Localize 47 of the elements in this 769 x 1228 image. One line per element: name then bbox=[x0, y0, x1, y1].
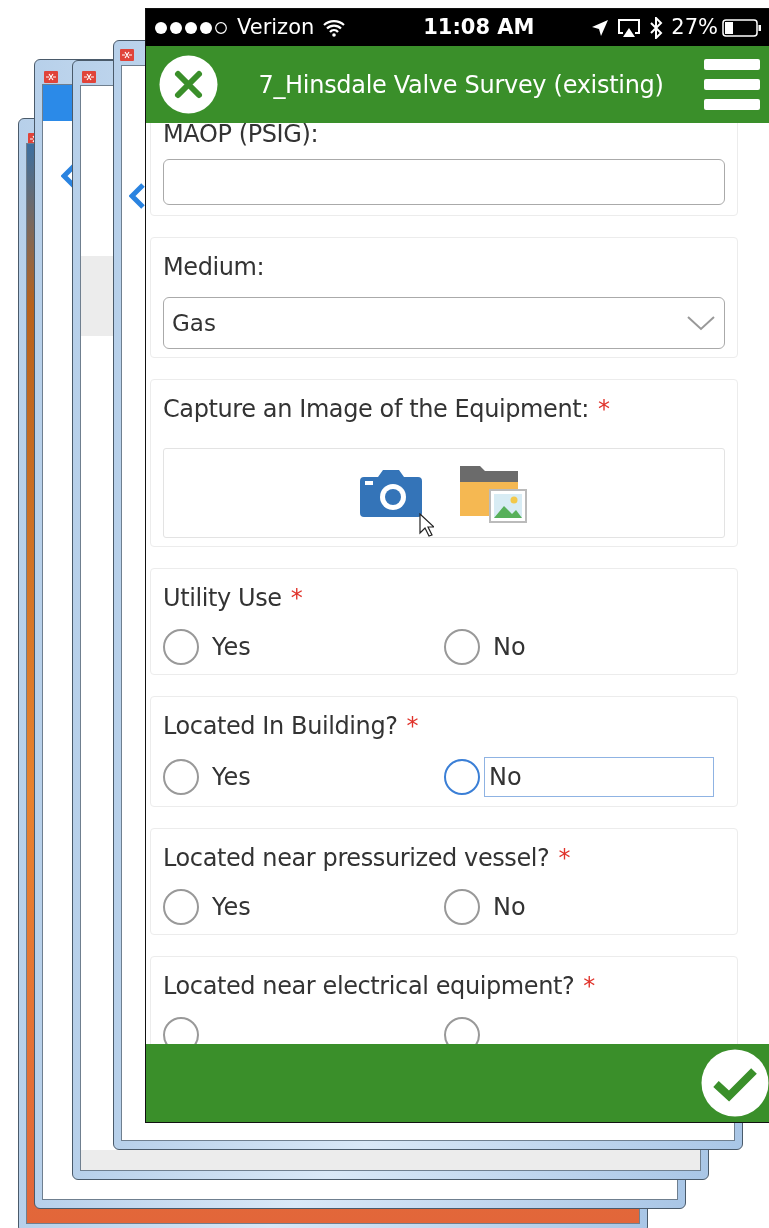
airplay-icon bbox=[617, 17, 642, 38]
field-label: Capture an Image of the Equipment: bbox=[163, 394, 589, 425]
radio-button[interactable] bbox=[444, 629, 480, 665]
app-icon bbox=[120, 49, 134, 61]
radio-button[interactable] bbox=[444, 889, 480, 925]
text-input-field[interactable] bbox=[163, 159, 725, 205]
submit-check-icon[interactable] bbox=[701, 1049, 769, 1117]
radio-button[interactable] bbox=[444, 759, 480, 795]
wifi-icon bbox=[322, 18, 347, 37]
radio-button[interactable] bbox=[163, 629, 199, 665]
camera-icon[interactable] bbox=[360, 469, 422, 517]
field-label: MAOP (PSIG): bbox=[163, 123, 320, 150]
radio-button[interactable] bbox=[163, 889, 199, 925]
close-icon[interactable] bbox=[159, 55, 218, 114]
bluetooth-icon bbox=[649, 16, 664, 39]
required-mark: * bbox=[597, 394, 610, 425]
battery-icon bbox=[722, 18, 762, 37]
chevron-icon bbox=[129, 183, 145, 209]
battery-percent: 27% bbox=[671, 13, 718, 41]
status-time: 11:08 AM bbox=[422, 13, 536, 41]
required-mark: * bbox=[583, 971, 595, 1002]
option-label[interactable]: Yes bbox=[212, 759, 251, 795]
field-label: Located near electrical equipment? bbox=[163, 971, 575, 1002]
required-mark: * bbox=[558, 843, 571, 874]
radio-button[interactable] bbox=[163, 759, 199, 795]
chevron-down-icon bbox=[686, 315, 716, 331]
required-mark: * bbox=[290, 583, 303, 614]
radio-button[interactable] bbox=[444, 1017, 480, 1044]
focused-option-label[interactable]: No bbox=[484, 757, 714, 797]
carrier-name: Verizon bbox=[237, 13, 315, 41]
field-label: Utility Use bbox=[163, 583, 282, 614]
option-label[interactable]: No bbox=[493, 889, 526, 925]
option-label[interactable]: Yes bbox=[212, 889, 251, 925]
field-label: Located In Building? bbox=[163, 711, 398, 742]
option-label[interactable]: Yes bbox=[212, 629, 251, 665]
location-arrow-icon bbox=[591, 18, 610, 37]
field-label: Medium: bbox=[163, 252, 266, 283]
required-mark: * bbox=[406, 711, 419, 742]
survey-title: 7_Hinsdale Valve Survey (existing) bbox=[257, 69, 665, 101]
radio-button[interactable] bbox=[163, 1017, 199, 1044]
dropdown-field[interactable]: Gas bbox=[163, 297, 725, 349]
signal-icon bbox=[154, 20, 229, 35]
menu-icon[interactable] bbox=[704, 56, 760, 113]
option-label[interactable]: No bbox=[493, 629, 526, 665]
pointer-cursor-icon bbox=[419, 513, 434, 537]
field-label: Located near pressurized vessel? bbox=[163, 843, 550, 874]
app-icon bbox=[82, 71, 96, 83]
